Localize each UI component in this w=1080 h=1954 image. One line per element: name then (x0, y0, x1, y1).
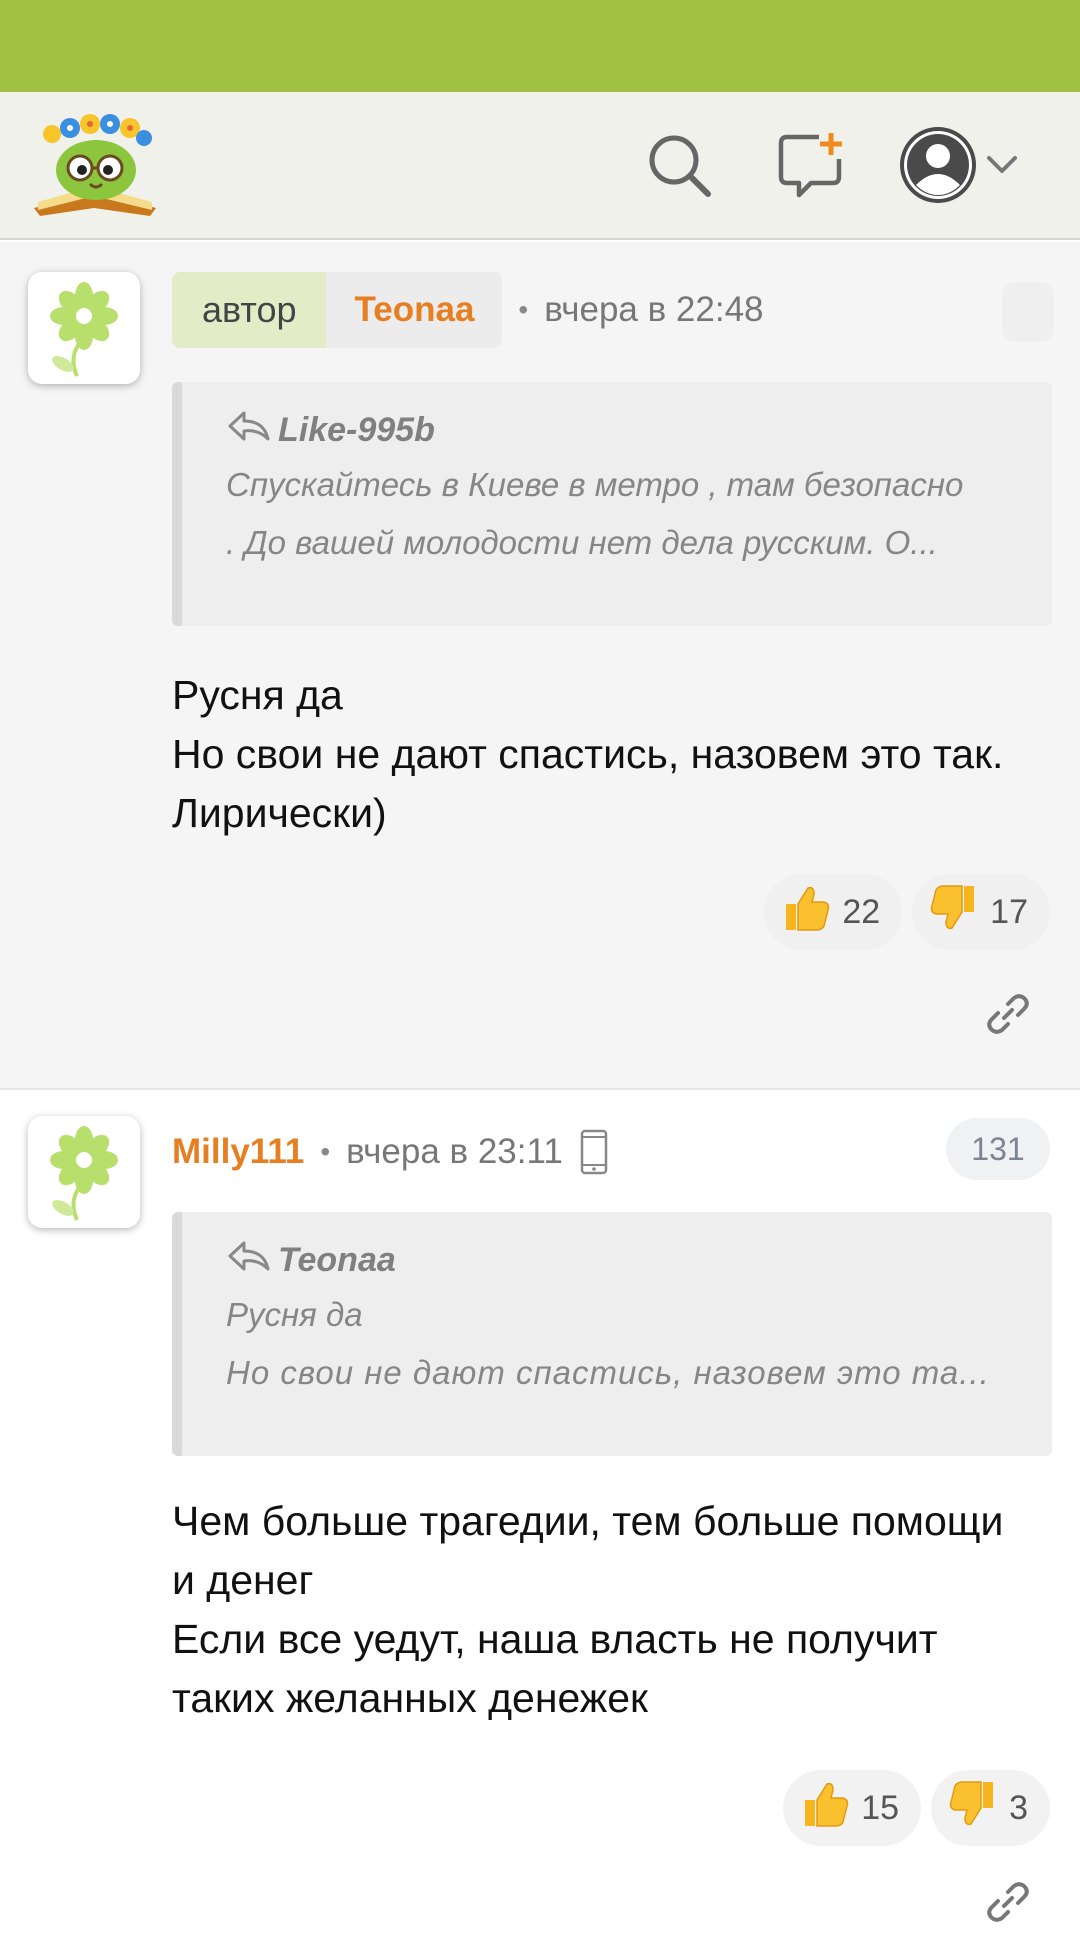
comment-number-badge[interactable]: 131 (946, 1118, 1050, 1180)
avatar[interactable] (28, 1116, 140, 1228)
author-badge: автор Teonaa (172, 272, 503, 348)
quote-author-row: Teonaa (226, 1238, 1018, 1282)
comment-body-line: Русня да (172, 672, 343, 718)
dislike-count: 17 (990, 892, 1028, 931)
search-button[interactable] (640, 128, 720, 208)
quote-line: Спускайтесь в Киеве в метро , там безопа… (226, 466, 964, 503)
vote-bar: 22 17 (764, 874, 1050, 950)
site-logo[interactable] (30, 112, 160, 218)
search-icon (646, 132, 714, 205)
comment-body: Чем больше трагедии, тем больше помощи и… (172, 1492, 1032, 1728)
link-icon (984, 1882, 1032, 1930)
thumbs-up-icon (780, 882, 842, 943)
thumbs-down-icon (947, 1778, 1009, 1839)
app-header (0, 92, 1080, 240)
comment-number-badge (1002, 282, 1054, 342)
user-avatar-icon (898, 125, 978, 210)
reply-arrow-icon (226, 1239, 278, 1282)
author-name[interactable]: Milly111 (172, 1132, 304, 1172)
meta-separator: • (320, 1136, 331, 1167)
quoted-comment[interactable]: Like-995b Спускайтесь в Киеве в метро , … (172, 382, 1052, 626)
like-count: 22 (842, 892, 881, 931)
thumbs-down-icon (928, 882, 990, 943)
comment-card: автор Teonaa • вчера в 22:48 Like-995b С… (0, 242, 1080, 1090)
permalink-button[interactable] (984, 1878, 1032, 1926)
comment-card: Milly111 • вчера в 23:11 131 Teonaa Русн… (0, 1092, 1080, 1954)
quote-author: Teonaa (278, 1240, 396, 1279)
link-icon (984, 994, 1032, 1042)
vote-bar: 15 3 (783, 1770, 1050, 1846)
thumbs-up-icon (799, 1778, 861, 1839)
chevron-down-icon (986, 155, 1018, 180)
status-bar (0, 0, 1080, 92)
quote-line: . До вашей молодости нет дела русским. О… (226, 524, 938, 561)
like-count: 15 (861, 1788, 900, 1827)
user-menu-button[interactable] (898, 122, 1018, 212)
author-badge-label: автор (172, 272, 327, 348)
meta-separator: • (518, 294, 529, 325)
quote-author-row: Like-995b (226, 408, 1018, 452)
comment-body-line: Но свои не дают спастись, назовем это та… (172, 731, 1004, 836)
comment-body-line: Если все уедут, наша власть не получит т… (172, 1616, 938, 1721)
dislike-count: 3 (1009, 1788, 1028, 1827)
quote-line: Но свои не дают спастись, назовем это та… (226, 1354, 990, 1391)
quote-line: Русня да (226, 1296, 363, 1333)
comment-time: вчера в 23:11 (346, 1132, 563, 1171)
mobile-device-icon (579, 1129, 609, 1175)
comment-meta: автор Teonaa • вчера в 22:48 (172, 272, 764, 348)
quoted-comment[interactable]: Teonaa Русня да Но свои не дают спастись… (172, 1212, 1052, 1456)
reply-arrow-icon (226, 409, 278, 452)
comment-time: вчера в 22:48 (544, 290, 764, 329)
dislike-button[interactable]: 17 (912, 874, 1050, 950)
avatar[interactable] (28, 272, 140, 384)
new-message-button[interactable] (772, 128, 852, 208)
comment-body: Русня да Но свои не дают спастись, назов… (172, 666, 1032, 843)
comment-body-line: Чем больше трагедии, тем больше помощи и… (172, 1498, 1004, 1603)
dislike-button[interactable]: 3 (931, 1770, 1050, 1846)
comment-meta: Milly111 • вчера в 23:11 (172, 1114, 609, 1190)
author-name[interactable]: Teonaa (326, 272, 503, 348)
like-button[interactable]: 15 (783, 1770, 922, 1846)
permalink-button[interactable] (984, 990, 1032, 1038)
quote-author: Like-995b (278, 410, 435, 449)
like-button[interactable]: 22 (764, 874, 903, 950)
new-message-icon (777, 131, 847, 206)
